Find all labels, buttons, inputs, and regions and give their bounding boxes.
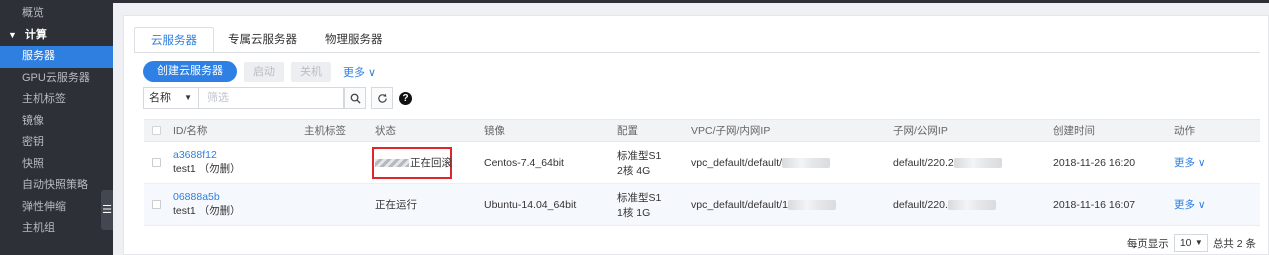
status-text: 正在回滚 <box>410 157 452 169</box>
header-vpc: VPC/子网/内网IP <box>691 125 771 137</box>
config-spec: 2核 4G <box>617 164 651 177</box>
create-server-button[interactable]: 创建云服务器 <box>143 61 237 82</box>
row-checkbox[interactable] <box>152 158 161 167</box>
refresh-icon[interactable] <box>371 87 393 109</box>
total-count: 总共 2 条 <box>1212 237 1256 250</box>
header-id-name: ID/名称 <box>173 125 208 137</box>
help-icon[interactable]: ? <box>399 91 412 105</box>
redacted-block <box>947 199 996 210</box>
config-cell: 标准型S1 2核 4G <box>617 142 661 183</box>
status-text: 正在运行 <box>375 199 417 211</box>
actions-cell: 更多 ∨ <box>1174 142 1206 183</box>
config-cell: 标准型S1 1核 1G <box>617 184 661 225</box>
header-public-ip: 子网/公网IP <box>893 125 948 137</box>
main-area: 云服务器 专属云服务器 物理服务器 创建云服务器 启动 关机 更多 ∨ 名称 ▼… <box>113 0 1269 255</box>
tab-bar: 云服务器 专属云服务器 物理服务器 <box>134 27 397 53</box>
more-actions-link[interactable]: 更多 ∨ <box>1174 197 1206 212</box>
sidebar-item-auto-scaling[interactable]: 弹性伸缩 <box>0 197 113 219</box>
header-host-tag: 主机标签 <box>304 125 346 137</box>
sidebar-item-keys[interactable]: 密钥 <box>0 132 113 154</box>
start-button[interactable]: 启动 <box>244 61 284 82</box>
vpc-cell: vpc_default/default/ <box>691 142 831 183</box>
select-all-checkbox[interactable] <box>152 126 161 135</box>
config-spec: 1核 1G <box>617 206 651 219</box>
public-ip-text: default/220. <box>893 198 948 211</box>
filter-bar: 名称 ▼ ? <box>143 87 412 109</box>
redacted-block <box>782 157 831 168</box>
image-cell: Ubuntu-14.04_64bit <box>484 198 577 211</box>
config-type: 标准型S1 <box>617 191 662 204</box>
public-ip-text: default/220.2 <box>893 156 954 169</box>
content-panel: 云服务器 专属云服务器 物理服务器 创建云服务器 启动 关机 更多 ∨ 名称 ▼… <box>123 15 1269 255</box>
config-type: 标准型S1 <box>617 149 662 162</box>
instance-name: test1 （勿删） <box>173 163 241 175</box>
per-page-label: 每页显示 <box>1126 237 1169 250</box>
tab-cloud-servers[interactable]: 云服务器 <box>134 27 214 53</box>
filter-field-value: 名称 <box>149 92 171 104</box>
search-icon[interactable] <box>344 87 366 109</box>
pagination: 每页显示 10 ▼ 总共 2 条 <box>1127 234 1256 252</box>
table-row: a3688f12 test1 （勿删） 正在回滚 Centos-7.4_64bi… <box>144 142 1260 184</box>
header-image: 镜像 <box>484 125 505 137</box>
tab-dedicated-cloud-servers[interactable]: 专属云服务器 <box>214 27 311 53</box>
more-actions-link[interactable]: 更多 ∨ <box>1174 155 1206 170</box>
created-cell: 2018-11-26 16:20 <box>1053 156 1136 169</box>
per-page-value: 10 <box>1179 237 1192 249</box>
more-actions-dropdown[interactable]: 更多 ∨ <box>343 64 376 80</box>
per-page-select[interactable]: 10 ▼ <box>1173 234 1208 252</box>
sidebar-item-auto-snapshot-policy[interactable]: 自动快照策略 <box>0 175 113 197</box>
shutdown-button[interactable]: 关机 <box>291 61 331 82</box>
sidebar-group-compute[interactable]: ▼ 计算 <box>0 25 113 47</box>
header-status: 状态 <box>375 125 396 137</box>
top-strip <box>113 0 1269 3</box>
row-checkbox[interactable] <box>152 200 161 209</box>
vpc-text: vpc_default/default/ <box>691 156 783 169</box>
sidebar-item-gpu-servers[interactable]: GPU云服务器 <box>0 68 113 90</box>
sidebar-item-overview[interactable]: 概览 <box>0 3 113 25</box>
caret-down-icon: ▼ <box>1194 238 1203 247</box>
redacted-block <box>953 157 1002 168</box>
image-cell: Centos-7.4_64bit <box>484 156 564 169</box>
toolbar: 创建云服务器 启动 关机 更多 ∨ <box>143 61 376 82</box>
sidebar-group-label: 计算 <box>24 28 47 41</box>
vpc-text: vpc_default/default/1 <box>691 198 788 211</box>
sidebar-item-servers[interactable]: 服务器 <box>0 46 113 68</box>
server-table: ID/名称 主机标签 状态 镜像 配置 VPC/子网/内网IP 子网/公网IP … <box>144 119 1260 226</box>
sidebar-item-host-tags[interactable]: 主机标签 <box>0 89 113 111</box>
row-checkbox-cell <box>152 142 161 183</box>
header-config: 配置 <box>617 125 638 137</box>
status-cell: 正在运行 <box>375 184 417 225</box>
row-checkbox-cell <box>152 184 161 225</box>
instance-id-link[interactable]: a3688f12 <box>173 149 241 161</box>
select-all-checkbox-cell <box>152 120 161 141</box>
id-name-cell: a3688f12 test1 （勿删） <box>173 142 241 183</box>
status-cell: 正在回滚 <box>375 142 452 183</box>
vpc-cell: vpc_default/default/1 <box>691 184 836 225</box>
redacted-block <box>787 199 836 210</box>
tab-divider <box>134 52 1260 53</box>
sidebar-collapse-icon[interactable]: ☰ <box>101 190 113 230</box>
rollback-progress-bar <box>375 158 409 167</box>
filter-input[interactable] <box>199 87 344 109</box>
table-row: 06888a5b test1 （勿删） 正在运行 Ubuntu-14.04_64… <box>144 184 1260 226</box>
sidebar-item-images[interactable]: 镜像 <box>0 111 113 133</box>
table-header: ID/名称 主机标签 状态 镜像 配置 VPC/子网/内网IP 子网/公网IP … <box>144 119 1260 142</box>
tab-physical-servers[interactable]: 物理服务器 <box>311 27 397 53</box>
public-ip-cell: default/220. <box>893 184 996 225</box>
public-ip-cell: default/220.2 <box>893 142 1002 183</box>
sidebar: 概览 ▼ 计算 服务器 GPU云服务器 主机标签 镜像 密钥 快照 自动快照策略 … <box>0 0 113 255</box>
filter-field-select[interactable]: 名称 ▼ <box>143 87 199 109</box>
header-created: 创建时间 <box>1053 125 1095 137</box>
sidebar-item-snapshots[interactable]: 快照 <box>0 154 113 176</box>
instance-name: test1 （勿删） <box>173 205 241 217</box>
sidebar-item-host-groups[interactable]: 主机组 <box>0 218 113 240</box>
caret-down-icon: ▼ <box>184 93 192 102</box>
actions-cell: 更多 ∨ <box>1174 184 1206 225</box>
header-actions: 动作 <box>1174 125 1195 137</box>
caret-down-icon: ▼ <box>8 29 17 40</box>
id-name-cell: 06888a5b test1 （勿删） <box>173 184 241 225</box>
instance-id-link[interactable]: 06888a5b <box>173 191 241 203</box>
created-cell: 2018-11-16 16:07 <box>1053 198 1136 211</box>
